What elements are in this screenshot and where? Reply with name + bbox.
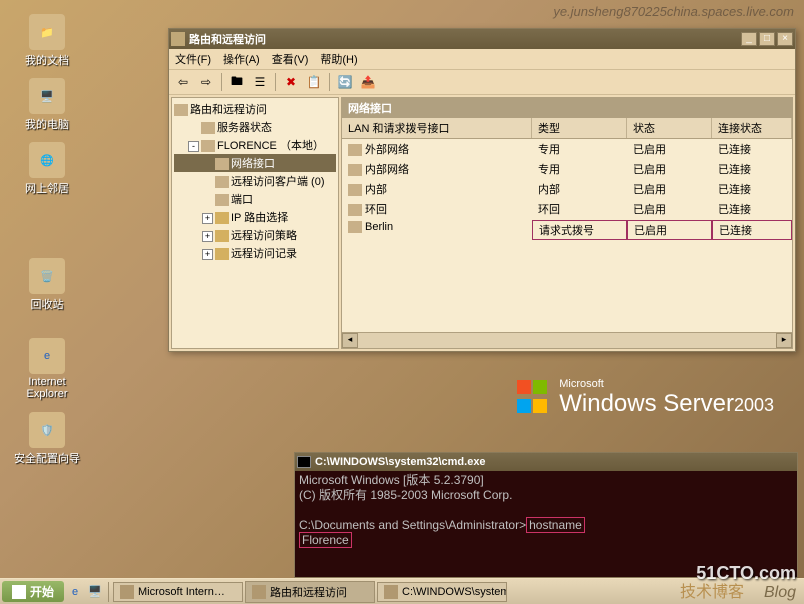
list-row[interactable]: 外部网络 专用 已启用 已连接 [342, 139, 792, 159]
desktop-icon-security-wizard[interactable]: 🛡️ 安全配置向导 [12, 412, 82, 466]
up-button[interactable]: 🖿 [227, 72, 247, 92]
list-panel-header: 网络接口 [342, 98, 792, 118]
taskbar-item-ie[interactable]: Microsoft Intern… [113, 582, 243, 602]
refresh-button[interactable]: 🔄 [335, 72, 355, 92]
nic-icon [348, 184, 362, 196]
column-conn[interactable]: 连接状态 [712, 118, 792, 138]
taskbar-item-cmd[interactable]: C:\WINDOWS\system… [377, 582, 507, 602]
tree-panel: 路由和远程访问 服务器状态 -FLORENCE （本地） 网络接口 远程访问客户… [171, 97, 339, 349]
tree-remote-logging[interactable]: +远程访问记录 [174, 244, 336, 262]
menu-action[interactable]: 操作(A) [223, 51, 260, 67]
recycle-icon: 🗑️ [29, 258, 65, 294]
nic-icon [348, 164, 362, 176]
internet-explorer-icon: e [29, 338, 65, 374]
desktop-icon-network[interactable]: 🌐 网上邻居 [12, 142, 82, 196]
tree-ip-routing[interactable]: +IP 路由选择 [174, 208, 336, 226]
desktop-icon-mydocs[interactable]: 📁 我的文档 [12, 14, 82, 68]
nic-icon [348, 144, 362, 156]
list-row[interactable]: 内部网络 专用 已启用 已连接 [342, 159, 792, 179]
dial-icon [348, 221, 362, 233]
toolbar: ⇦ ⇨ 🖿 ☰ ✖ 📋 🔄 📤 [169, 69, 795, 95]
shield-icon: 🛡️ [29, 412, 65, 448]
rras-icon [252, 585, 266, 599]
tree-root[interactable]: 路由和远程访问 [174, 100, 336, 118]
list-row[interactable]: 环回 环回 已启用 已连接 [342, 199, 792, 219]
cmd-command: hostname [526, 517, 585, 533]
cmd-hostname-output: Florence [299, 532, 352, 548]
window-title: 路由和远程访问 [189, 31, 739, 47]
export-button[interactable]: 📤 [358, 72, 378, 92]
tree-remote-policies[interactable]: +远程访问策略 [174, 226, 336, 244]
cmd-title-bar[interactable]: C:\WINDOWS\system32\cmd.exe [295, 453, 797, 471]
horizontal-scrollbar[interactable]: ◂ ▸ [342, 332, 792, 348]
tree-server-status[interactable]: 服务器状态 [174, 118, 336, 136]
column-type[interactable]: 类型 [532, 118, 627, 138]
computer-icon: 🖥️ [29, 78, 65, 114]
menu-help[interactable]: 帮助(H) [320, 51, 357, 67]
list-row[interactable]: 内部 内部 已启用 已连接 [342, 179, 792, 199]
taskbar-item-rras[interactable]: 路由和远程访问 [245, 581, 375, 603]
folder-icon: 📁 [29, 14, 65, 50]
url-watermark: ye.junsheng870225china.spaces.live.com [553, 4, 794, 19]
desktop-icon-ie[interactable]: e Internet Explorer [12, 338, 82, 400]
network-icon: 🌐 [29, 142, 65, 178]
list-column-headers: LAN 和请求拨号接口 类型 状态 连接状态 [342, 118, 792, 139]
scroll-left-arrow[interactable]: ◂ [342, 333, 358, 348]
close-button[interactable]: × [777, 32, 793, 46]
cmd-icon [297, 456, 311, 468]
desktop-icon-mycomputer[interactable]: 🖥️ 我的电脑 [12, 78, 82, 132]
minimize-button[interactable]: _ [741, 32, 757, 46]
tech-blog-text: 技术博客 [680, 578, 744, 602]
list-panel: 网络接口 LAN 和请求拨号接口 类型 状态 连接状态 外部网络 专用 已启用 … [341, 97, 793, 349]
tree-network-interfaces[interactable]: 网络接口 [174, 154, 336, 172]
scroll-right-arrow[interactable]: ▸ [776, 333, 792, 348]
app-icon [171, 32, 185, 46]
nic-icon [348, 204, 362, 216]
back-button[interactable]: ⇦ [173, 72, 193, 92]
cmd-output[interactable]: Microsoft Windows [版本 5.2.3790] (C) 版权所有… [295, 471, 797, 577]
maximize-button[interactable]: □ [759, 32, 775, 46]
rras-window: 路由和远程访问 _ □ × 文件(F) 操作(A) 查看(V) 帮助(H) ⇦ … [168, 28, 796, 352]
start-button[interactable]: 开始 [2, 581, 64, 602]
tree-ports[interactable]: 端口 [174, 190, 336, 208]
forward-button[interactable]: ⇨ [196, 72, 216, 92]
column-lan[interactable]: LAN 和请求拨号接口 [342, 118, 532, 138]
windows-server-logo: Microsoft Windows Server2003 [516, 378, 774, 418]
blog-text: Blog [764, 584, 796, 602]
windows-flag-icon [12, 585, 26, 599]
column-status[interactable]: 状态 [627, 118, 712, 138]
cmd-icon [384, 585, 398, 599]
delete-button[interactable]: ✖ [281, 72, 301, 92]
menu-view[interactable]: 查看(V) [272, 51, 309, 67]
quicklaunch-desktop[interactable]: 🖥️ [86, 583, 104, 601]
quicklaunch-ie[interactable]: e [66, 583, 84, 601]
desktop-icon-recycle[interactable]: 🗑️ 回收站 [12, 258, 82, 312]
list-row-berlin[interactable]: Berlin 请求式拨号 已启用 已连接 [342, 219, 792, 241]
properties-button[interactable]: ☰ [250, 72, 270, 92]
menu-bar: 文件(F) 操作(A) 查看(V) 帮助(H) [169, 49, 795, 69]
props-button[interactable]: 📋 [304, 72, 324, 92]
cmd-window: C:\WINDOWS\system32\cmd.exe Microsoft Wi… [294, 452, 798, 578]
tree-remote-clients[interactable]: 远程访问客户端 (0) [174, 172, 336, 190]
ie-icon [120, 585, 134, 599]
tree-local-server[interactable]: -FLORENCE （本地） [174, 136, 336, 154]
title-bar[interactable]: 路由和远程访问 _ □ × [169, 29, 795, 49]
menu-file[interactable]: 文件(F) [175, 51, 211, 67]
